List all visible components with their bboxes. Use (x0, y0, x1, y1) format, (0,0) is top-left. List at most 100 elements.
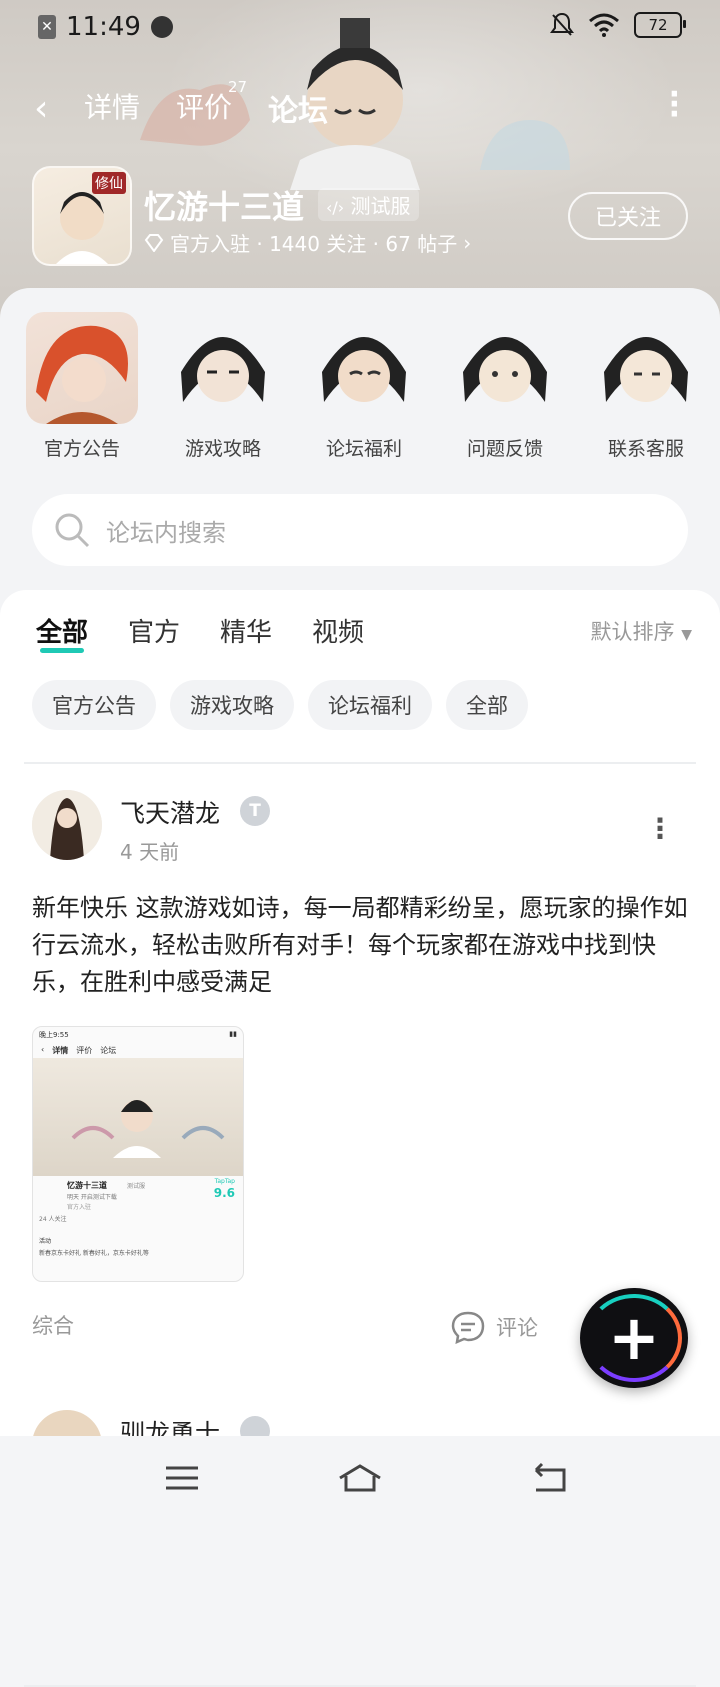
filter-chips: 官方公告 游戏攻略 论坛福利 全部 (32, 680, 528, 730)
more-vertical-icon[interactable]: · · · (669, 80, 680, 130)
user-level-badge-icon: T (240, 796, 270, 826)
battery-indicator: 72 (634, 12, 686, 38)
test-server-label: 测试服 (350, 194, 411, 218)
thumb-banner-art (71, 1100, 225, 1158)
comment-button[interactable]: 评论 (450, 1310, 538, 1344)
guide-avatar (167, 312, 279, 424)
top-navigation: ‹ 详情 评价 27 论坛 · · · (0, 78, 720, 134)
author-name[interactable]: 飞天潜龙 (120, 794, 220, 830)
thumb-banner (33, 1058, 243, 1176)
search-placeholder: 论坛内搜索 (106, 518, 226, 547)
follow-button[interactable]: 已关注 (568, 192, 688, 240)
feed-tab-all[interactable]: 全部 (36, 612, 88, 653)
review-count-badge: 27 (228, 78, 248, 96)
thumb-follow: 24 人关注 (39, 1216, 67, 1223)
forum-shortcuts: 官方公告 游戏攻略 论坛福利 问题反馈 联系客服 (24, 312, 704, 460)
benefit-avatar (308, 312, 420, 424)
thumb-nav: ‹ 详情 评价 论坛 (33, 1043, 243, 1058)
status-bar: ✕ 11:49 72 (0, 0, 720, 56)
shortcut-label: 问题反馈 (466, 438, 543, 460)
game-meta-text: 官方入驻 · 1440 关注 · 67 帖子 (170, 232, 458, 256)
thumb-info: 忆游十三道 测试服 明天 开启测试下载 官方入驻 TapTap 9.6 24 人… (33, 1176, 243, 1234)
app-status-icon (150, 16, 173, 38)
back-icon[interactable] (530, 1462, 570, 1494)
announcement-avatar (26, 312, 138, 424)
sort-label: 默认排序 (590, 620, 675, 644)
thumb-score: 9.6 (213, 1186, 235, 1200)
thumb-tab-detail: 详情 (52, 1046, 69, 1055)
thumb-status-icons: ▮▮ (229, 1030, 237, 1038)
thumb-tab-forum: 论坛 (100, 1046, 117, 1055)
feedback-avatar (449, 312, 561, 424)
bell-muted-icon (550, 12, 574, 36)
plus-icon: + (608, 1301, 660, 1374)
thumb-tag: 测试服 (127, 1183, 146, 1190)
post-category[interactable]: 综合 (32, 1314, 74, 1338)
shortcut-benefits[interactable]: 论坛福利 (306, 312, 422, 460)
tab-reviews[interactable]: 评价 (176, 86, 232, 126)
feed-tab-video[interactable]: 视频 (312, 612, 364, 649)
feed-tab-official[interactable]: 官方 (128, 612, 180, 649)
chip-announcements[interactable]: 官方公告 (32, 680, 156, 730)
divider (24, 762, 696, 764)
post-item-next[interactable]: 驯龙勇士 (32, 1410, 332, 1436)
author-name[interactable]: 驯龙勇士 (120, 1414, 220, 1436)
thumb-tab-review: 评价 (76, 1046, 93, 1055)
thumb-game-name: 忆游十三道 (67, 1181, 107, 1190)
forum-search-bar[interactable]: 论坛内搜索 (32, 494, 688, 566)
test-server-tag: ‹/› 测试服 (318, 188, 419, 221)
game-icon[interactable]: 修仙 (32, 166, 132, 266)
chip-guides[interactable]: 游戏攻略 (170, 680, 294, 730)
thumb-subtitle: 明天 开启测试下载 (67, 1194, 117, 1201)
chevron-right-icon: › (463, 230, 472, 255)
post-more-icon[interactable]: ⋮ (646, 812, 674, 845)
thumb-statusbar: 晚上9:55 ▮▮ (33, 1027, 243, 1043)
thumb-event: 活动 (39, 1238, 52, 1245)
comment-label: 评论 (496, 1316, 538, 1340)
tab-forum[interactable]: 论坛 (266, 86, 330, 130)
shortcut-label: 联系客服 (607, 438, 684, 460)
game-meta[interactable]: 官方入驻 · 1440 关注 · 67 帖子 › (144, 228, 471, 257)
feed-tabs: 全部 官方 精华 视频 (36, 612, 364, 653)
tab-details[interactable]: 详情 (84, 86, 140, 126)
caret-down-icon: ▼ (681, 627, 692, 643)
code-icon: ‹/› (326, 198, 345, 217)
author-avatar[interactable] (32, 1410, 102, 1436)
thumb-back-icon: ‹ (41, 1045, 45, 1054)
system-navigation-bar (0, 1436, 720, 1520)
shortcut-label: 官方公告 (43, 438, 120, 460)
game-header: 修仙 忆游十三道 ‹/› 测试服 官方入驻 · 1440 关注 · 67 帖子 … (32, 166, 692, 266)
post-time: 4 天前 (120, 840, 180, 864)
author-avatar[interactable] (32, 790, 102, 860)
shortcut-support[interactable]: 联系客服 (588, 312, 704, 460)
home-icon[interactable] (336, 1462, 384, 1494)
user-level-badge-icon (240, 1416, 270, 1436)
thumb-official: 官方入驻 (67, 1204, 92, 1211)
game-name: 忆游十三道 (144, 188, 305, 226)
search-icon (55, 513, 90, 548)
sim-icon: ✕ (38, 15, 56, 39)
chip-benefits[interactable]: 论坛福利 (308, 680, 432, 730)
thumb-score-brand: TapTap (214, 1178, 235, 1185)
thumb-status-time: 晚上9:55 (39, 1031, 69, 1039)
wifi-icon (589, 13, 619, 37)
shortcut-feedback[interactable]: 问题反馈 (447, 312, 563, 460)
menu-icon[interactable] (162, 1462, 202, 1494)
shortcut-label: 论坛福利 (325, 438, 402, 460)
game-icon-label: 修仙 (92, 172, 126, 194)
forum-content: 官方公告 游戏攻略 论坛福利 问题反馈 联系客服 论坛内搜索 全部 官方 精华 … (0, 288, 720, 1687)
sort-dropdown[interactable]: 默认排序 ▼ (591, 616, 692, 646)
diamond-icon (144, 233, 164, 252)
status-time: 11:49 (66, 12, 141, 42)
support-avatar (590, 312, 702, 424)
shortcut-announcements[interactable]: 官方公告 (24, 312, 140, 460)
shortcut-label: 游戏攻略 (184, 438, 261, 460)
back-arrow-icon[interactable]: ‹ (34, 88, 48, 129)
feed-tab-featured[interactable]: 精华 (220, 612, 272, 649)
shortcut-guides[interactable]: 游戏攻略 (165, 312, 281, 460)
chip-all[interactable]: 全部 (446, 680, 528, 730)
create-post-button[interactable]: + (580, 1288, 688, 1388)
post-body: 新年快乐 这款游戏如诗，每一局都精彩纷呈，愿玩家的操作如行云流水，轻松击败所有对… (32, 894, 688, 996)
thumb-event-banner: 新春京东卡好礼 新春好礼，京东卡好礼等 (39, 1250, 149, 1257)
post-image-thumbnail[interactable]: 晚上9:55 ▮▮ ‹ 详情 评价 论坛 忆游十三道 测试服 明天 开启测试下载… (32, 1026, 244, 1282)
